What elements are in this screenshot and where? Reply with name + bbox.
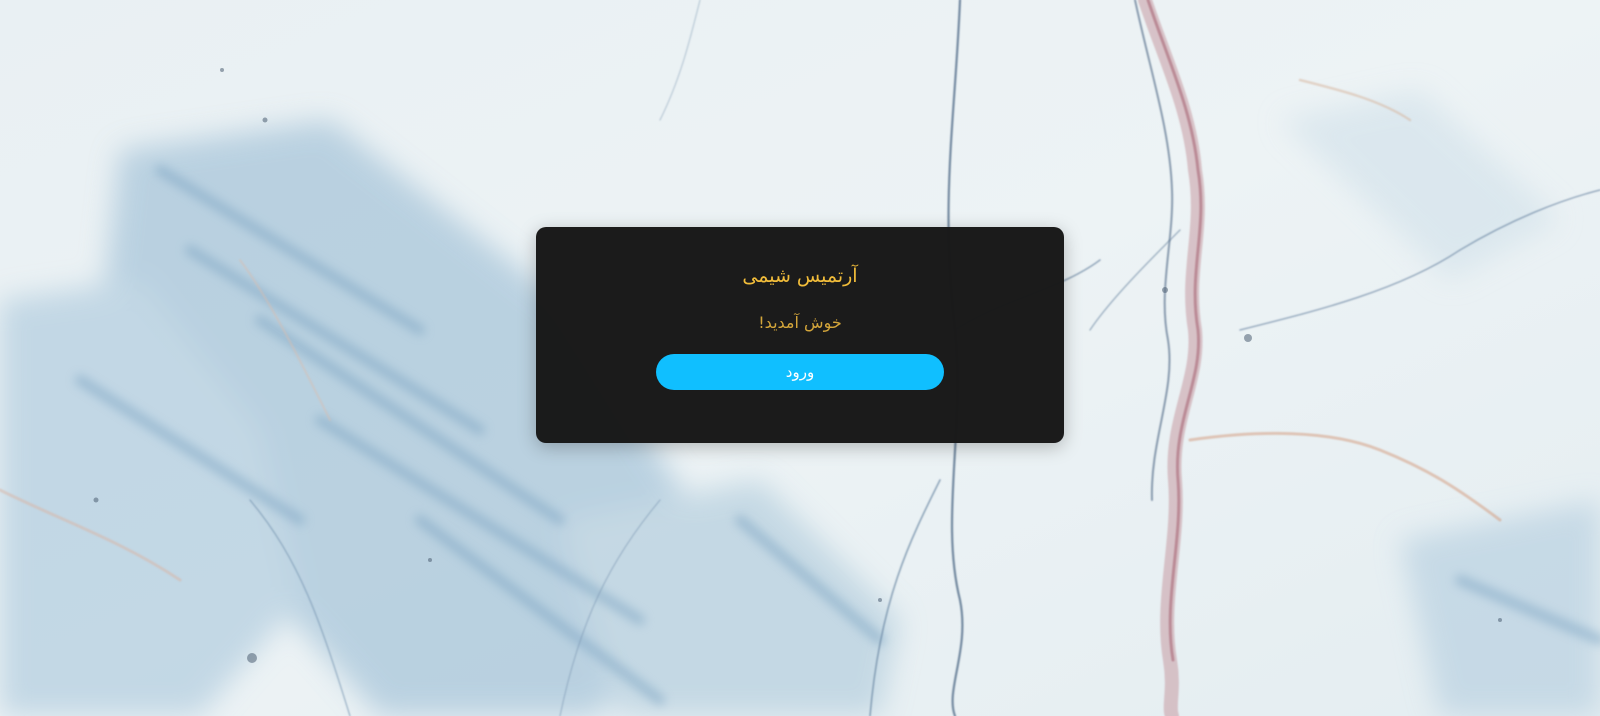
welcome-text: خوش آمدید!: [758, 313, 842, 332]
login-card: آرتمیس شیمی خوش آمدید! ورود: [536, 227, 1064, 443]
login-button[interactable]: ورود: [656, 354, 944, 390]
brand-title: آرتمیس شیمی: [742, 265, 858, 287]
